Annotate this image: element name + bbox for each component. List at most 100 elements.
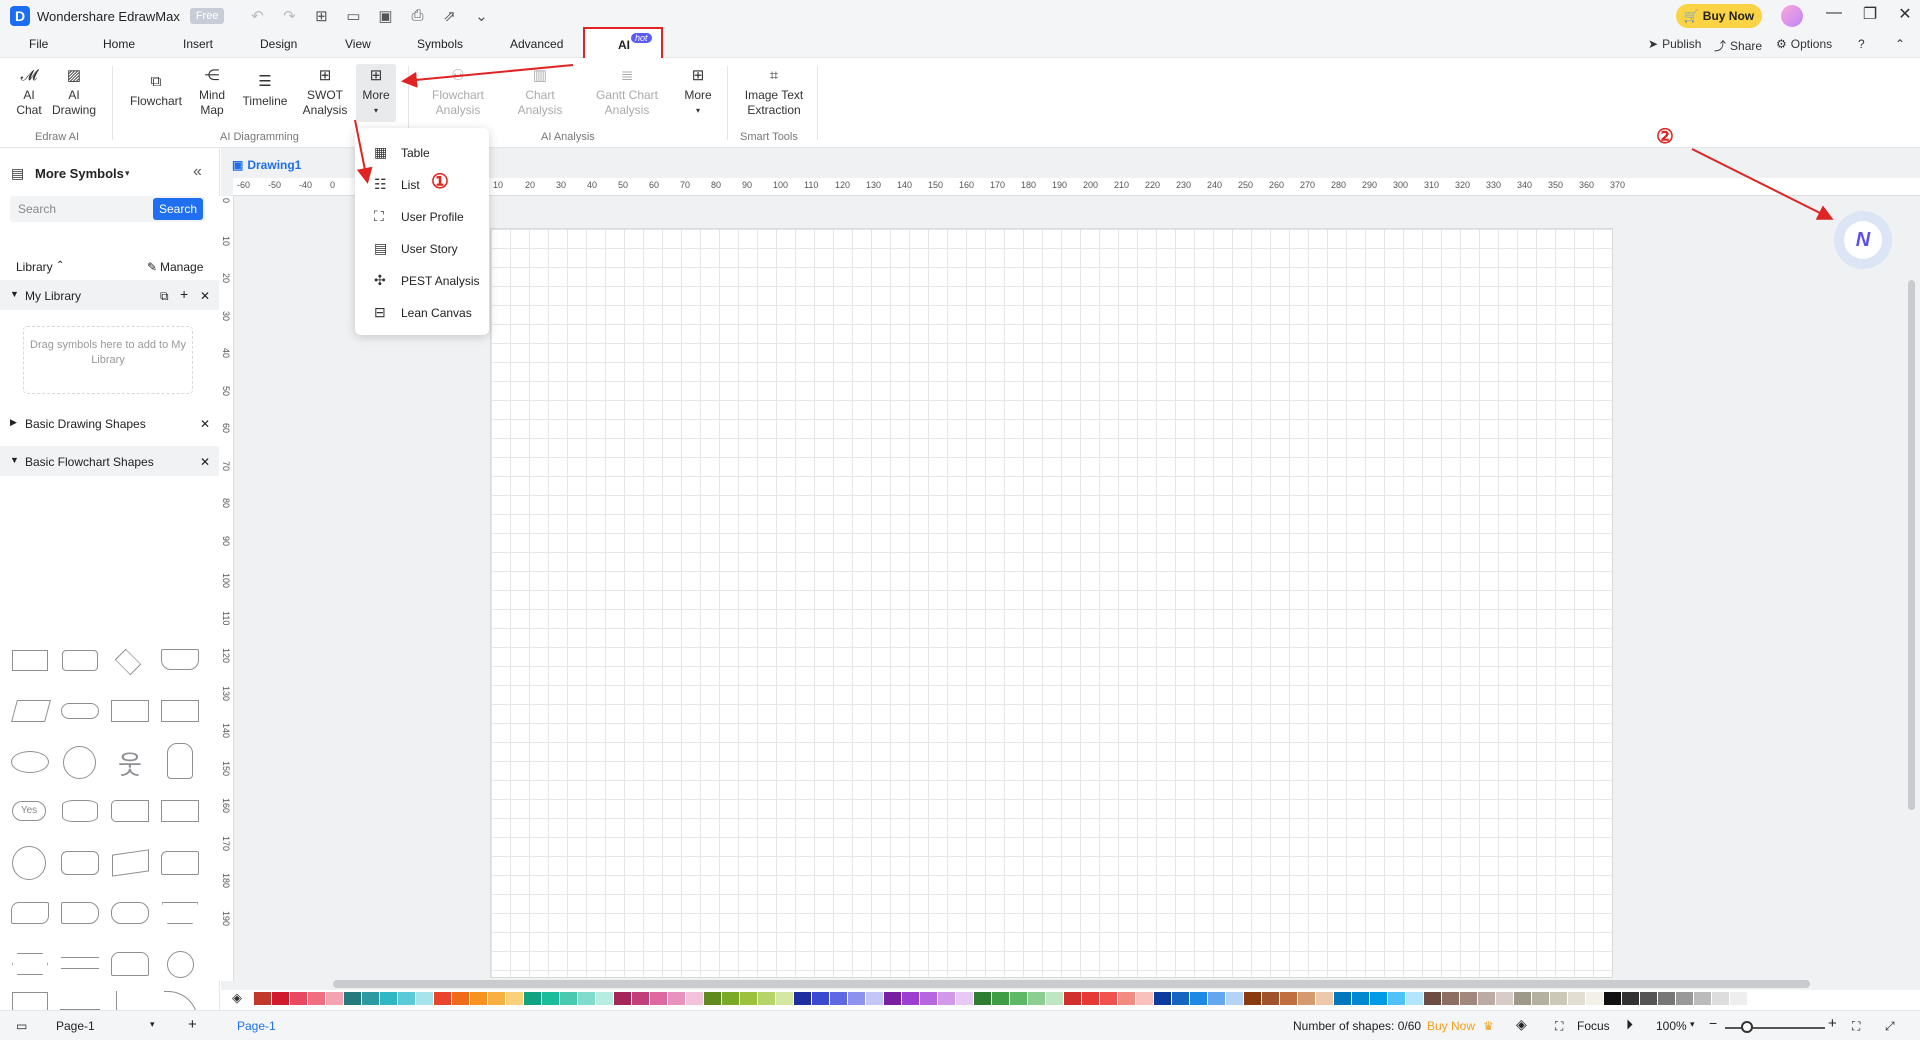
flowchart-analysis-button[interactable]: ⚇ Flowchart Analysis [424, 68, 492, 118]
color-swatch[interactable] [344, 992, 361, 1005]
color-swatch[interactable] [1334, 992, 1351, 1005]
swot-analysis-button[interactable]: ⊞ SWOT Analysis [301, 68, 349, 118]
color-swatch[interactable] [614, 992, 631, 1005]
search-input[interactable]: Search [18, 202, 56, 216]
close-icon[interactable]: ✕ [200, 455, 210, 469]
save-icon[interactable]: ▣ [374, 7, 396, 25]
minimize-icon[interactable]: — [1822, 4, 1846, 22]
color-swatch[interactable] [1496, 992, 1513, 1005]
color-swatch[interactable] [1028, 992, 1045, 1005]
color-swatch[interactable] [1694, 992, 1711, 1005]
color-swatch[interactable] [938, 992, 955, 1005]
color-swatch[interactable] [974, 992, 991, 1005]
my-library-drop-zone[interactable]: Drag symbols here to add to My Library [23, 326, 193, 394]
mind-map-button[interactable]: ⋲ Mind Map [194, 68, 230, 118]
collapse-ribbon-button[interactable]: ⌃ [1895, 37, 1905, 51]
color-swatch[interactable] [884, 992, 901, 1005]
color-swatch[interactable] [578, 992, 595, 1005]
color-swatch[interactable] [1118, 992, 1135, 1005]
manage-icon[interactable]: ✎ [147, 260, 157, 274]
layers-icon[interactable]: ◈ [1516, 1016, 1527, 1033]
zoom-slider-handle[interactable] [1741, 1021, 1753, 1033]
timeline-button[interactable]: ☰ Timeline [240, 74, 290, 109]
sidebar-title[interactable]: More Symbols [35, 166, 124, 181]
collapse-sidebar-icon[interactable]: « [193, 163, 202, 181]
ai-assistant-button[interactable]: N [1834, 211, 1892, 269]
color-swatch[interactable] [542, 992, 559, 1005]
ai-diagramming-more-button[interactable]: ⊞ More ▾ [356, 64, 396, 122]
chart-analysis-button[interactable]: ▥ Chart Analysis [510, 68, 570, 118]
color-swatch[interactable] [1550, 992, 1567, 1005]
color-swatch[interactable] [758, 992, 775, 1005]
title-dropdown-icon[interactable]: ▾ [125, 168, 130, 179]
export-icon[interactable]: ⇗ [438, 7, 460, 25]
direct-data-shape[interactable] [61, 851, 99, 875]
rounded-rect-shape[interactable] [62, 650, 98, 671]
color-swatch[interactable] [1010, 992, 1027, 1005]
open-folder-icon[interactable]: ▭ [342, 7, 364, 25]
yes-shape[interactable]: Yes [12, 801, 46, 821]
options-button[interactable]: ⚙ Options [1776, 37, 1832, 51]
data-shape[interactable] [11, 700, 51, 722]
color-swatch[interactable] [1064, 992, 1081, 1005]
internal-storage-shape[interactable] [161, 800, 199, 822]
avatar[interactable] [1781, 5, 1803, 27]
terminator-shape[interactable] [61, 703, 99, 719]
menu-file[interactable]: File [29, 37, 48, 51]
chevron-up-icon[interactable]: ⌃ [56, 260, 64, 271]
manual-operation-shape[interactable] [162, 902, 198, 924]
redo-icon[interactable]: ↷ [278, 7, 300, 25]
zoom-level[interactable]: 100% [1656, 1019, 1687, 1033]
color-swatch[interactable] [1100, 992, 1117, 1005]
color-swatch[interactable] [722, 992, 739, 1005]
image-text-extraction-button[interactable]: ⌗ Image Text Extraction [739, 68, 809, 118]
color-swatch[interactable] [1262, 992, 1279, 1005]
basic-flowchart-shapes-row[interactable]: ▼ Basic Flowchart Shapes ✕ [0, 446, 219, 476]
close-icon[interactable]: ✕ [1893, 4, 1917, 24]
color-swatch[interactable] [956, 992, 973, 1005]
fullscreen-icon[interactable]: ⤢ [1885, 1019, 1895, 1034]
color-swatch[interactable] [1532, 992, 1549, 1005]
process-shape[interactable] [12, 650, 48, 671]
decision-shape[interactable] [114, 648, 142, 676]
color-swatch[interactable] [920, 992, 937, 1005]
color-swatch[interactable] [1136, 992, 1153, 1005]
display-shape[interactable] [61, 902, 99, 924]
color-swatch[interactable] [1280, 992, 1297, 1005]
menu-item-user-profile[interactable]: ⛶ User Profile [355, 203, 489, 229]
buy-now-button[interactable]: 🛒 Buy Now [1676, 4, 1762, 28]
expand-icon[interactable]: ▼ [10, 289, 19, 299]
my-library-row[interactable]: ▼ My Library ⧉ + ✕ [0, 280, 219, 310]
color-swatch[interactable] [1712, 992, 1729, 1005]
color-swatch[interactable] [686, 992, 703, 1005]
color-swatch[interactable] [1658, 992, 1675, 1005]
color-swatch[interactable] [1676, 992, 1693, 1005]
ai-drawing-button[interactable]: ▨ AI Drawing [50, 68, 98, 118]
ellipse-shape[interactable] [11, 751, 49, 773]
color-swatch[interactable] [1730, 992, 1747, 1005]
color-swatch[interactable] [848, 992, 865, 1005]
color-swatch[interactable] [1424, 992, 1441, 1005]
parallel-mode-shape[interactable] [61, 957, 99, 969]
play-icon[interactable]: ⏵ [1626, 1016, 1633, 1033]
color-swatch[interactable] [272, 992, 289, 1005]
color-swatch[interactable] [1082, 992, 1099, 1005]
print-icon[interactable]: ⎙ [406, 7, 428, 25]
color-swatch[interactable] [704, 992, 721, 1005]
color-swatch[interactable] [1298, 992, 1315, 1005]
color-swatch[interactable] [560, 992, 577, 1005]
delay-shape[interactable] [111, 800, 149, 822]
ai-analysis-more-button[interactable]: ⊞ More ▾ [680, 68, 716, 118]
menu-item-table[interactable]: ▦ Table [355, 139, 489, 165]
color-swatch[interactable] [290, 992, 307, 1005]
close-icon[interactable]: ✕ [200, 417, 210, 431]
vertical-scrollbar[interactable] [1908, 280, 1915, 810]
color-swatch[interactable] [1586, 992, 1603, 1005]
manual-input-shape[interactable] [112, 849, 149, 877]
ai-chat-button[interactable]: 𝓜 AI Chat [14, 68, 44, 118]
stored-data-shape[interactable] [161, 700, 199, 722]
menu-item-list[interactable]: ☷ List [355, 171, 489, 197]
fit-page-icon[interactable]: ⛶ [1852, 1019, 1860, 1034]
color-swatch[interactable] [1442, 992, 1459, 1005]
page-select[interactable]: Page-1 [56, 1019, 95, 1033]
